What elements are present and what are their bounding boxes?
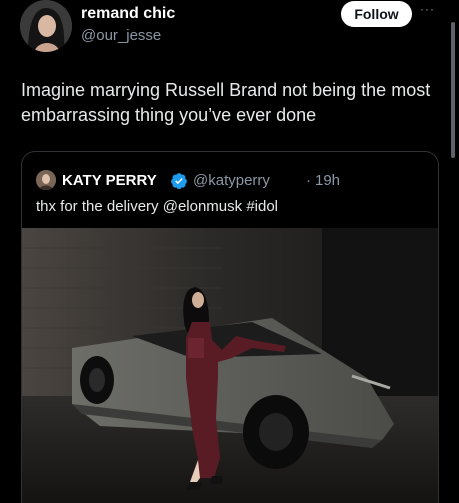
tweet-text: Imagine marrying Russell Brand not being… — [21, 80, 431, 125]
quoted-author-handle[interactable]: @katyperry — [193, 172, 270, 189]
author-name[interactable]: remand chic — [81, 5, 175, 23]
quoted-timestamp[interactable]: 19h — [315, 172, 340, 189]
quoted-tweet-text: thx for the delivery @elonmusk #idol — [36, 198, 279, 215]
profile-avatar[interactable] — [20, 0, 72, 52]
scrollbar[interactable] — [451, 22, 455, 158]
quoted-author-name[interactable]: KATY PERRY — [62, 172, 157, 189]
follow-button[interactable]: Follow — [341, 1, 412, 27]
author-handle[interactable]: @our_jesse — [81, 27, 161, 44]
separator-dot: · — [306, 172, 311, 189]
more-options-icon[interactable]: ··· — [420, 2, 435, 16]
quoted-photo[interactable] — [22, 228, 438, 503]
verified-badge-icon — [171, 173, 187, 190]
avatar-image — [20, 0, 72, 52]
quoted-author-avatar[interactable] — [36, 170, 56, 190]
quoted-tweet-card[interactable]: KATY PERRY @katyperry · 19h thx for the … — [21, 151, 439, 503]
